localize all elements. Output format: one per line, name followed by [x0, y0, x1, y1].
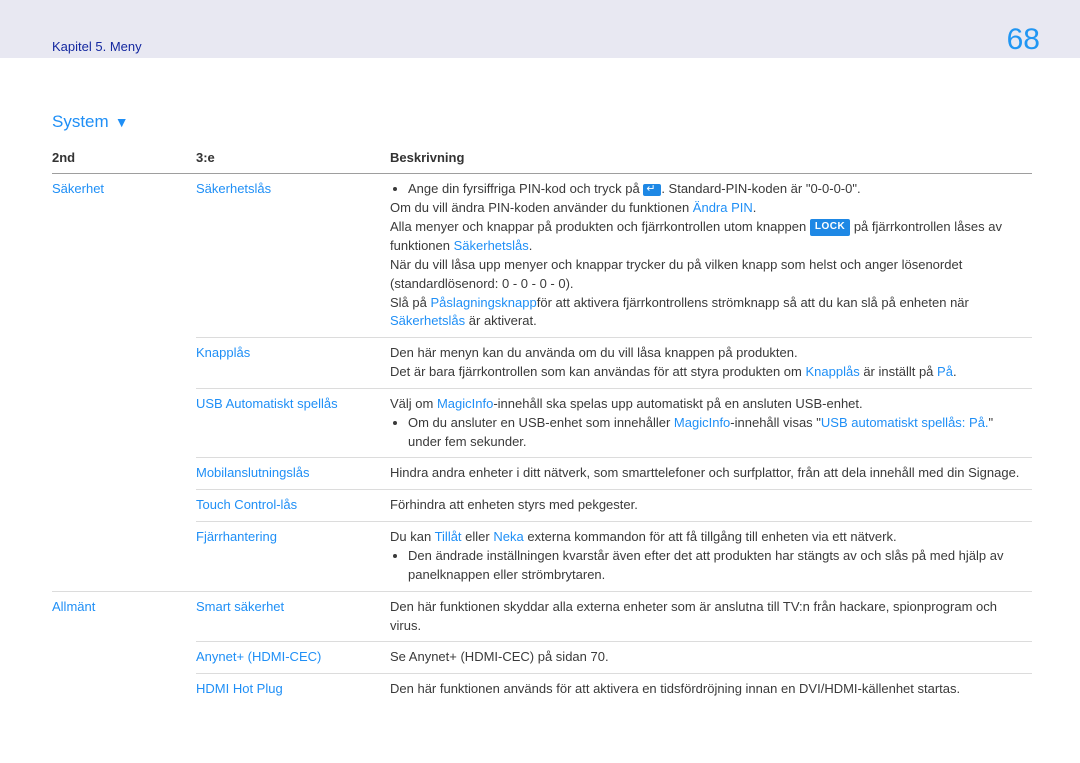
description-line: När du vill låsa upp menyer och knappar …: [390, 256, 1026, 294]
description-line: Förhindra att enheten styrs med pekgeste…: [390, 496, 1026, 515]
description-line: Det är bara fjärrkontrollen som kan anvä…: [390, 363, 1026, 382]
level3-cell: Knapplås: [196, 338, 390, 389]
description-line: Slå på Påslagningsknappför att aktivera …: [390, 294, 1026, 332]
description-cell: Ange din fyrsiffriga PIN-kod och tryck p…: [390, 174, 1032, 338]
level3-cell: HDMI Hot Plug: [196, 674, 390, 705]
table-row: USB Automatiskt spellås Välj om MagicInfo…: [52, 388, 1032, 458]
table-header-row: 2nd 3:e Beskrivning: [52, 145, 1032, 174]
description-line: Den här menyn kan du använda om du vill …: [390, 344, 1026, 363]
table-row: Anynet+ (HDMI-CEC) Se Anynet+ (HDMI-CEC) …: [52, 642, 1032, 674]
level2-cell: Allmänt: [52, 591, 196, 705]
table-row: Fjärrhantering Du kan Tillåt eller Neka e…: [52, 522, 1032, 592]
description-cell: Se Anynet+ (HDMI-CEC) på sidan 70.: [390, 642, 1032, 674]
description-cell: Välj om MagicInfo-innehåll ska spelas up…: [390, 388, 1032, 458]
page: Kapitel 5. Meny 68 System ▼ 2nd 3:e Besk…: [0, 0, 1080, 763]
bullet-item: Om du ansluter en USB-enhet som innehåll…: [408, 414, 1026, 452]
lock-badge: LOCK: [810, 219, 850, 236]
table-row: HDMI Hot Plug Den här funktionen används …: [52, 674, 1032, 705]
level3-label: Touch Control-lås: [196, 497, 297, 512]
description-line: Välj om MagicInfo-innehåll ska spelas up…: [390, 395, 1026, 414]
description-cell: Den här funktionen skyddar alla externa …: [390, 591, 1032, 642]
description-cell: Den här funktionen används för att aktiv…: [390, 674, 1032, 705]
description-line: Om du vill ändra PIN-koden använder du f…: [390, 199, 1026, 218]
level2-label: Allmänt: [52, 599, 95, 614]
level2-cell: Säkerhet: [52, 174, 196, 591]
description-bullets: Om du ansluter en USB-enhet som innehåll…: [390, 414, 1026, 452]
table-row: Touch Control-lås Förhindra att enheten s…: [52, 490, 1032, 522]
description-line: Alla menyer och knappar på produkten och…: [390, 218, 1026, 256]
keyword: Säkerhetslås: [390, 313, 465, 328]
level3-label: USB Automatiskt spellås: [196, 396, 338, 411]
section-title-label: System: [52, 110, 109, 135]
level3-label: HDMI Hot Plug: [196, 681, 283, 696]
section-title: System ▼: [52, 110, 129, 135]
level3-label: Knapplås: [196, 345, 250, 360]
description-cell: Den här menyn kan du använda om du vill …: [390, 338, 1032, 389]
keyword: Knapplås: [805, 364, 859, 379]
level3-cell: USB Automatiskt spellås: [196, 388, 390, 458]
keyword: Säkerhetslås: [454, 238, 529, 253]
bullet-item: Den ändrade inställningen kvarstår även …: [408, 547, 1026, 585]
table-row: Mobilanslutningslås Hindra andra enheter …: [52, 458, 1032, 490]
keyword: Tillåt: [435, 529, 462, 544]
enter-icon: [643, 184, 661, 196]
level3-cell: Touch Control-lås: [196, 490, 390, 522]
level3-cell: Mobilanslutningslås: [196, 458, 390, 490]
description-cell: Du kan Tillåt eller Neka externa kommand…: [390, 522, 1032, 592]
keyword: Neka: [493, 529, 523, 544]
page-number: 68: [1007, 18, 1040, 62]
description-line: Du kan Tillåt eller Neka externa kommand…: [390, 528, 1026, 547]
description-line: Den här funktionen används för att aktiv…: [390, 680, 1026, 699]
bullet-item: Ange din fyrsiffriga PIN-kod och tryck p…: [408, 180, 1026, 199]
menu-table: 2nd 3:e Beskrivning Säkerhet Säkerhetslås…: [52, 145, 1032, 705]
col-3e-header: 3:e: [196, 145, 390, 174]
caret-down-icon: ▼: [115, 115, 129, 129]
description-cell: Hindra andra enheter i ditt nätverk, som…: [390, 458, 1032, 490]
content-area: System ▼ 2nd 3:e Beskrivning SäkerhetSäk…: [52, 110, 1032, 705]
level3-cell: Anynet+ (HDMI-CEC): [196, 642, 390, 674]
level3-cell: Smart säkerhet: [196, 591, 390, 642]
keyword: På: [937, 364, 953, 379]
level2-label: Säkerhet: [52, 181, 104, 196]
keyword: USB automatiskt spellås: På.: [821, 415, 989, 430]
level3-label: Smart säkerhet: [196, 599, 284, 614]
level3-label: Mobilanslutningslås: [196, 465, 309, 480]
description-cell: Förhindra att enheten styrs med pekgeste…: [390, 490, 1032, 522]
level3-cell: Säkerhetslås: [196, 174, 390, 338]
header-band: [0, 0, 1080, 58]
description-line: Hindra andra enheter i ditt nätverk, som…: [390, 464, 1026, 483]
table-body: Säkerhet Säkerhetslås Ange din fyrsiffriga…: [52, 174, 1032, 705]
breadcrumb: Kapitel 5. Meny: [52, 38, 142, 57]
keyword: Påslagningsknapp: [430, 295, 536, 310]
level3-label: Anynet+ (HDMI-CEC): [196, 649, 321, 664]
level3-label: Fjärrhantering: [196, 529, 277, 544]
keyword: MagicInfo: [437, 396, 493, 411]
level3-cell: Fjärrhantering: [196, 522, 390, 592]
keyword: MagicInfo: [674, 415, 730, 430]
table-row: Allmänt Smart säkerhet Den här funktionen …: [52, 591, 1032, 642]
col-desc-header: Beskrivning: [390, 145, 1032, 174]
level3-label: Säkerhetslås: [196, 181, 271, 196]
table-row: Säkerhet Säkerhetslås Ange din fyrsiffriga…: [52, 174, 1032, 338]
col-2nd-header: 2nd: [52, 145, 196, 174]
description-line: Se Anynet+ (HDMI-CEC) på sidan 70.: [390, 648, 1026, 667]
description-bullets: Den ändrade inställningen kvarstår även …: [390, 547, 1026, 585]
keyword: Ändra PIN: [693, 200, 753, 215]
table-row: KnapplåsDen här menyn kan du använda om …: [52, 338, 1032, 389]
description-bullets: Ange din fyrsiffriga PIN-kod och tryck p…: [390, 180, 1026, 199]
description-line: Den här funktionen skyddar alla externa …: [390, 598, 1026, 636]
